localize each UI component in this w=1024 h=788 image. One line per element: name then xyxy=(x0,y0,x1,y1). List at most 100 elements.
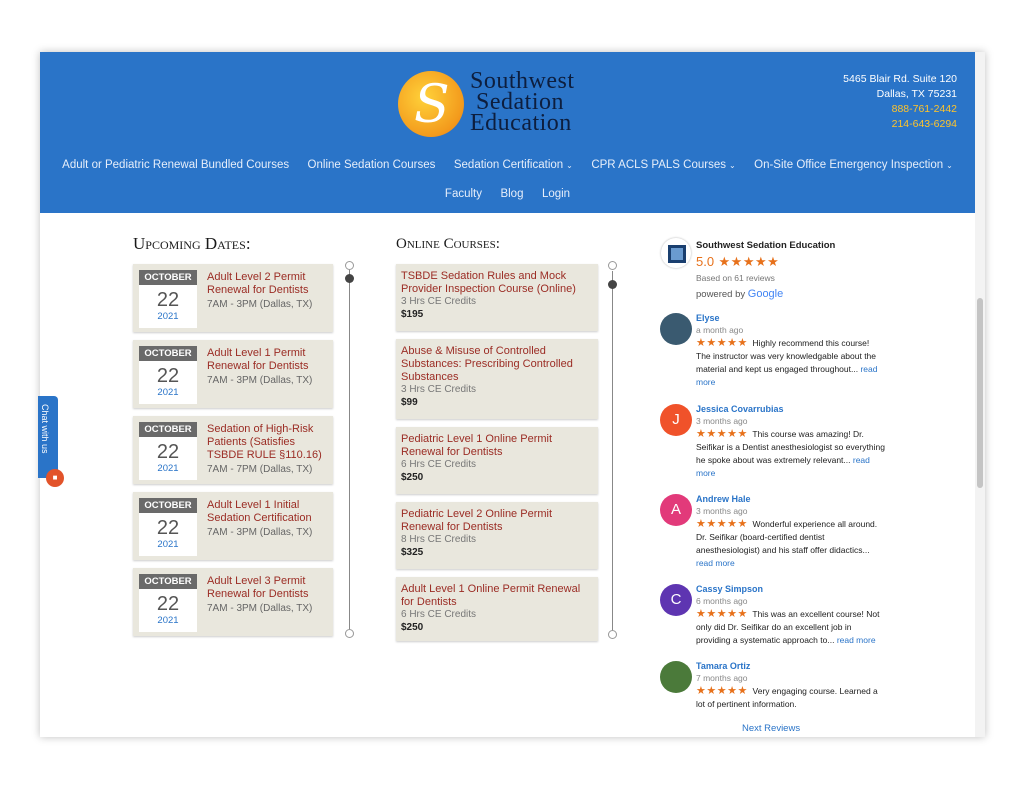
reviewer-name[interactable]: Andrew Hale xyxy=(696,494,886,504)
scrollbar-thumb[interactable] xyxy=(977,298,983,488)
event-card[interactable]: OCTOBER 22 2021 Adult Level 1 Permit Ren… xyxy=(133,340,333,408)
read-more-link[interactable]: read more xyxy=(696,558,735,568)
review-date: 3 months ago xyxy=(696,506,748,516)
event-title[interactable]: Sedation of High-Risk Patients (Satisfie… xyxy=(207,423,329,462)
course-card[interactable]: TSBDE Sedation Rules and Mock Provider I… xyxy=(396,264,598,331)
browser-frame: S Southwest Sedation Education 5465 Blai… xyxy=(40,52,985,737)
read-more-link[interactable]: read more xyxy=(837,635,876,645)
event-title[interactable]: Adult Level 3 Permit Renewal for Dentist… xyxy=(207,575,329,601)
course-credits: 6 Hrs CE Credits xyxy=(401,459,477,470)
course-credits: 3 Hrs CE Credits xyxy=(401,296,477,307)
course-card[interactable]: Abuse & Misuse of Controlled Substances:… xyxy=(396,339,598,419)
nav-online-sedation[interactable]: Online Sedation Courses xyxy=(308,159,436,171)
reviews-count: Based on 61 reviews xyxy=(696,273,775,283)
reviewer-name[interactable]: Elyse xyxy=(696,313,886,323)
event-time: 7AM - 3PM (Dallas, TX) xyxy=(207,527,313,538)
course-credits: 3 Hrs CE Credits xyxy=(401,384,477,395)
course-card[interactable]: Pediatric Level 2 Online Permit Renewal … xyxy=(396,502,598,569)
course-price: $325 xyxy=(401,547,424,558)
event-info: Adult Level 3 Permit Renewal for Dentist… xyxy=(207,575,329,615)
phone-2[interactable]: 214-643-6294 xyxy=(843,117,957,132)
rating-stars-icon: ★★★★★ xyxy=(718,254,780,269)
course-title[interactable]: Abuse & Misuse of Controlled Substances:… xyxy=(401,345,593,384)
event-card[interactable]: OCTOBER 22 2021 Adult Level 2 Permit Ren… xyxy=(133,264,333,332)
nav-bundled-courses[interactable]: Adult or Pediatric Renewal Bundled Cours… xyxy=(62,159,289,171)
event-title[interactable]: Adult Level 2 Permit Renewal for Dentist… xyxy=(207,271,329,297)
nav-label: Sedation Certification xyxy=(453,159,564,171)
course-card[interactable]: Adult Level 1 Online Permit Renewal for … xyxy=(396,577,598,641)
nav-label: On-Site Office Emergency Inspection xyxy=(754,159,944,171)
event-month: OCTOBER xyxy=(139,574,197,589)
nav-cpr-acls-pals[interactable]: CPR ACLS PALS Courses ⌄ xyxy=(591,159,735,171)
avatar xyxy=(660,661,692,693)
nav-label: Adult or Pediatric Renewal Bundled Cours… xyxy=(62,159,290,171)
event-title[interactable]: Adult Level 1 Initial Sedation Certifica… xyxy=(207,499,329,525)
event-day: 22 xyxy=(156,441,180,463)
event-info: Sedation of High-Risk Patients (Satisfie… xyxy=(207,423,329,476)
page-scrollbar[interactable] xyxy=(975,52,985,737)
event-day: 22 xyxy=(156,365,180,387)
review-text: ★★★★★ Highly recommend this course! The … xyxy=(696,337,886,389)
event-year: 2021 xyxy=(157,387,179,398)
event-card[interactable]: OCTOBER 22 2021 Adult Level 3 Permit Ren… xyxy=(133,568,333,636)
course-title[interactable]: TSBDE Sedation Rules and Mock Provider I… xyxy=(401,270,593,296)
event-year: 2021 xyxy=(157,311,179,322)
calendar-badge: OCTOBER 22 2021 xyxy=(139,346,197,404)
rating-value: 5.0 xyxy=(696,254,715,269)
event-card[interactable]: OCTOBER 22 2021 Adult Level 1 Initial Se… xyxy=(133,492,333,560)
course-card[interactable]: Pediatric Level 1 Online Permit Renewal … xyxy=(396,427,598,494)
timeline-up-icon[interactable] xyxy=(345,261,354,270)
calendar-badge: OCTOBER 22 2021 xyxy=(139,270,197,328)
online-timeline xyxy=(612,271,613,634)
course-credits: 6 Hrs CE Credits xyxy=(401,609,477,620)
logo-wordmark: Southwest Sedation Education xyxy=(470,69,575,136)
event-time: 7AM - 3PM (Dallas, TX) xyxy=(207,299,313,310)
event-day: 22 xyxy=(156,593,180,615)
reviewer-name[interactable]: Tamara Ortiz xyxy=(696,661,886,671)
nav-sedation-certification[interactable]: Sedation Certification ⌄ xyxy=(454,159,573,171)
review-stars-icon: ★★★★★ xyxy=(696,608,748,620)
reviews-business-name[interactable]: Southwest Sedation Education xyxy=(696,240,835,251)
timeline-down-icon[interactable] xyxy=(608,630,617,639)
event-time: 7AM - 7PM (Dallas, TX) xyxy=(207,464,313,475)
address-line-1: 5465 Blair Rd. Suite 120 xyxy=(843,73,957,85)
next-reviews-link[interactable]: Next Reviews xyxy=(742,723,800,734)
event-year: 2021 xyxy=(157,539,179,550)
nav-login[interactable]: Login xyxy=(542,188,570,200)
course-title[interactable]: Adult Level 1 Online Permit Renewal for … xyxy=(401,583,593,609)
avatar: A xyxy=(660,494,692,526)
chat-bubble-icon[interactable]: ■ xyxy=(46,469,64,487)
phone-1[interactable]: 888-761-2442 xyxy=(843,102,957,117)
powered-by-label: powered by xyxy=(696,289,746,300)
logo-line-3: Education xyxy=(470,110,572,136)
nav-blog[interactable]: Blog xyxy=(500,188,523,200)
review-date: 7 months ago xyxy=(696,673,748,683)
site-logo[interactable]: S Southwest Sedation Education xyxy=(398,69,623,139)
review-stars-icon: ★★★★★ xyxy=(696,685,748,697)
event-info: Adult Level 1 Initial Sedation Certifica… xyxy=(207,499,329,539)
event-info: Adult Level 2 Permit Renewal for Dentist… xyxy=(207,271,329,311)
nav-faculty[interactable]: Faculty xyxy=(445,188,482,200)
timeline-down-icon[interactable] xyxy=(345,629,354,638)
reviewer-name[interactable]: Cassy Simpson xyxy=(696,584,886,594)
logo-letter: S xyxy=(414,75,450,135)
timeline-position-icon[interactable] xyxy=(345,274,354,283)
review-stars-icon: ★★★★★ xyxy=(696,428,748,440)
chevron-down-icon: ⌄ xyxy=(728,161,736,170)
event-month: OCTOBER xyxy=(139,346,197,361)
nav-onsite-inspection[interactable]: On-Site Office Emergency Inspection ⌄ xyxy=(754,159,953,171)
event-title[interactable]: Adult Level 1 Permit Renewal for Dentist… xyxy=(207,347,329,373)
event-card[interactable]: OCTOBER 22 2021 Sedation of High-Risk Pa… xyxy=(133,416,333,484)
course-credits: 8 Hrs CE Credits xyxy=(401,534,477,545)
course-title[interactable]: Pediatric Level 2 Online Permit Renewal … xyxy=(401,508,593,534)
chat-label: Chat with us xyxy=(40,404,50,454)
timeline-position-icon[interactable] xyxy=(608,280,617,289)
course-title[interactable]: Pediatric Level 1 Online Permit Renewal … xyxy=(401,433,593,459)
nav-label: CPR ACLS PALS Courses xyxy=(591,159,726,171)
chat-tab[interactable]: Chat with us xyxy=(38,396,58,478)
timeline-up-icon[interactable] xyxy=(608,261,617,270)
calendar-badge: OCTOBER 22 2021 xyxy=(139,574,197,632)
event-time: 7AM - 3PM (Dallas, TX) xyxy=(207,375,313,386)
reviewer-name[interactable]: Jessica Covarrubias xyxy=(696,404,886,414)
review-text: ★★★★★ This was an excellent course! Not … xyxy=(696,608,886,647)
